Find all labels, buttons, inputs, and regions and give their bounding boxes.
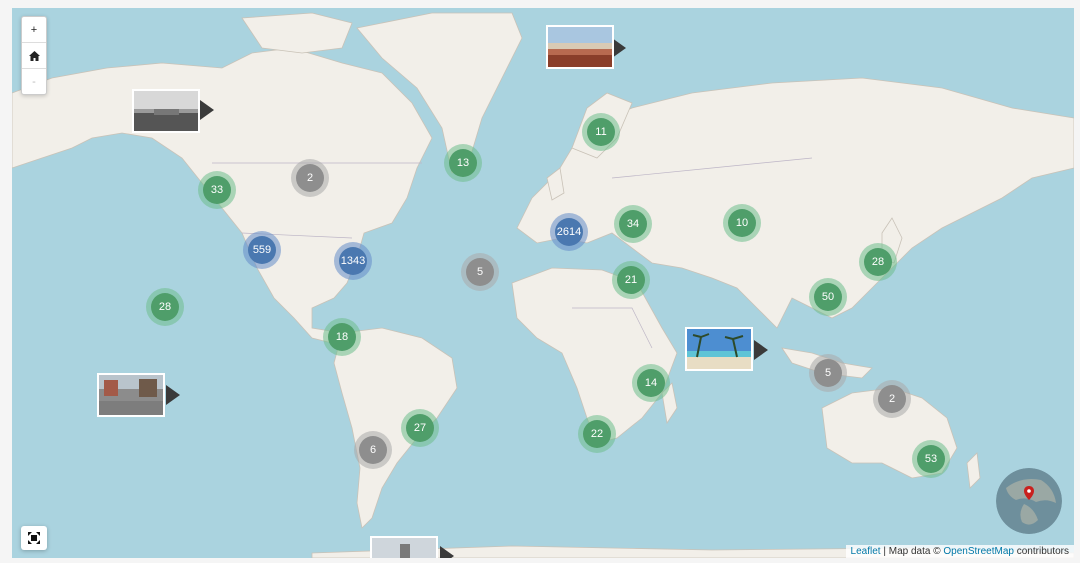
cluster-marker-argentina[interactable]: 6 xyxy=(354,431,392,469)
cluster-marker-greenland[interactable]: 13 xyxy=(444,144,482,182)
cluster-count: 28 xyxy=(864,248,892,276)
cluster-count: 1343 xyxy=(339,247,367,275)
cluster-count: 2 xyxy=(296,164,324,192)
cluster-count: 28 xyxy=(151,293,179,321)
cluster-count: 27 xyxy=(406,414,434,442)
photo-pointer xyxy=(754,340,768,360)
photo-pointer xyxy=(200,100,214,120)
attribution: Leaflet | Map data © OpenStreetMap contr… xyxy=(845,545,1074,558)
cluster-count: 33 xyxy=(203,176,231,204)
attribution-separator: | Map data © xyxy=(880,546,944,557)
cluster-count: 21 xyxy=(617,266,645,294)
cluster-count: 2614 xyxy=(555,218,583,246)
cluster-count: 2 xyxy=(878,385,906,413)
osm-link[interactable]: OpenStreetMap xyxy=(943,546,1014,557)
globe-icon xyxy=(996,468,1062,534)
cluster-marker-se-asia[interactable]: 50 xyxy=(809,278,847,316)
cluster-count: 5 xyxy=(466,258,494,286)
cluster-marker-indonesia[interactable]: 5 xyxy=(809,354,847,392)
cluster-count: 13 xyxy=(449,149,477,177)
cluster-marker-australia-north[interactable]: 2 xyxy=(873,380,911,418)
photo-marker-antarctica[interactable] xyxy=(370,536,438,558)
land-arctic-islands xyxy=(241,12,353,54)
photo-pointer xyxy=(612,38,626,58)
cluster-marker-central-america[interactable]: 18 xyxy=(323,318,361,356)
photo-thumbnail xyxy=(687,329,751,369)
cluster-marker-south-africa[interactable]: 22 xyxy=(578,415,616,453)
cluster-count: 18 xyxy=(328,323,356,351)
cluster-marker-australia-east[interactable]: 53 xyxy=(912,440,950,478)
photo-marker-arctic[interactable] xyxy=(546,25,614,69)
home-button[interactable] xyxy=(22,43,46,69)
minimap-globe[interactable] xyxy=(996,468,1062,534)
cluster-marker-europe[interactable]: 2614 xyxy=(550,213,588,251)
zoom-out-button[interactable]: - xyxy=(22,69,46,94)
photo-thumbnail xyxy=(548,27,612,67)
photo-thumbnail xyxy=(372,538,436,558)
photo-marker-maldives[interactable] xyxy=(685,327,753,371)
photo-pointer xyxy=(166,385,180,405)
cluster-count: 53 xyxy=(917,445,945,473)
cluster-count: 5 xyxy=(814,359,842,387)
cluster-marker-scandinavia[interactable]: 11 xyxy=(582,113,620,151)
cluster-count: 14 xyxy=(637,369,665,397)
fullscreen-icon xyxy=(28,532,40,544)
photo-marker-alaska[interactable] xyxy=(132,89,200,133)
leaflet-link[interactable]: Leaflet xyxy=(851,546,881,557)
cluster-count: 50 xyxy=(814,283,842,311)
attribution-suffix: contributors xyxy=(1013,546,1069,557)
cluster-count: 10 xyxy=(728,209,756,237)
land-new-zealand xyxy=(966,452,981,489)
cluster-count: 34 xyxy=(619,210,647,238)
cluster-marker-us-east[interactable]: 1343 xyxy=(334,242,372,280)
cluster-marker-canada[interactable]: 2 xyxy=(291,159,329,197)
cluster-marker-atlantic[interactable]: 5 xyxy=(461,253,499,291)
photo-thumbnail xyxy=(134,91,198,131)
cluster-marker-brazil[interactable]: 27 xyxy=(401,409,439,447)
photo-pointer xyxy=(440,546,454,558)
map-canvas[interactable]: + - 33 2 13 11 559 1343 2614 34 10 5 28 … xyxy=(12,8,1074,558)
photo-marker-pacific[interactable] xyxy=(97,373,165,417)
cluster-count: 11 xyxy=(587,118,615,146)
home-icon xyxy=(28,50,40,61)
cluster-marker-east-africa[interactable]: 14 xyxy=(632,364,670,402)
cluster-count: 22 xyxy=(583,420,611,448)
cluster-marker-middle-east[interactable]: 21 xyxy=(612,261,650,299)
cluster-marker-japan[interactable]: 28 xyxy=(859,243,897,281)
cluster-marker-us-west[interactable]: 559 xyxy=(243,231,281,269)
cluster-count: 6 xyxy=(359,436,387,464)
photo-thumbnail xyxy=(99,375,163,415)
cluster-marker-alaska[interactable]: 33 xyxy=(198,171,236,209)
cluster-marker-black-sea[interactable]: 34 xyxy=(614,205,652,243)
zoom-control: + - xyxy=(21,16,47,95)
cluster-marker-russia[interactable]: 10 xyxy=(723,204,761,242)
cluster-count: 559 xyxy=(248,236,276,264)
fullscreen-button[interactable] xyxy=(21,526,47,550)
zoom-in-button[interactable]: + xyxy=(22,17,46,43)
cluster-marker-hawaii[interactable]: 28 xyxy=(146,288,184,326)
